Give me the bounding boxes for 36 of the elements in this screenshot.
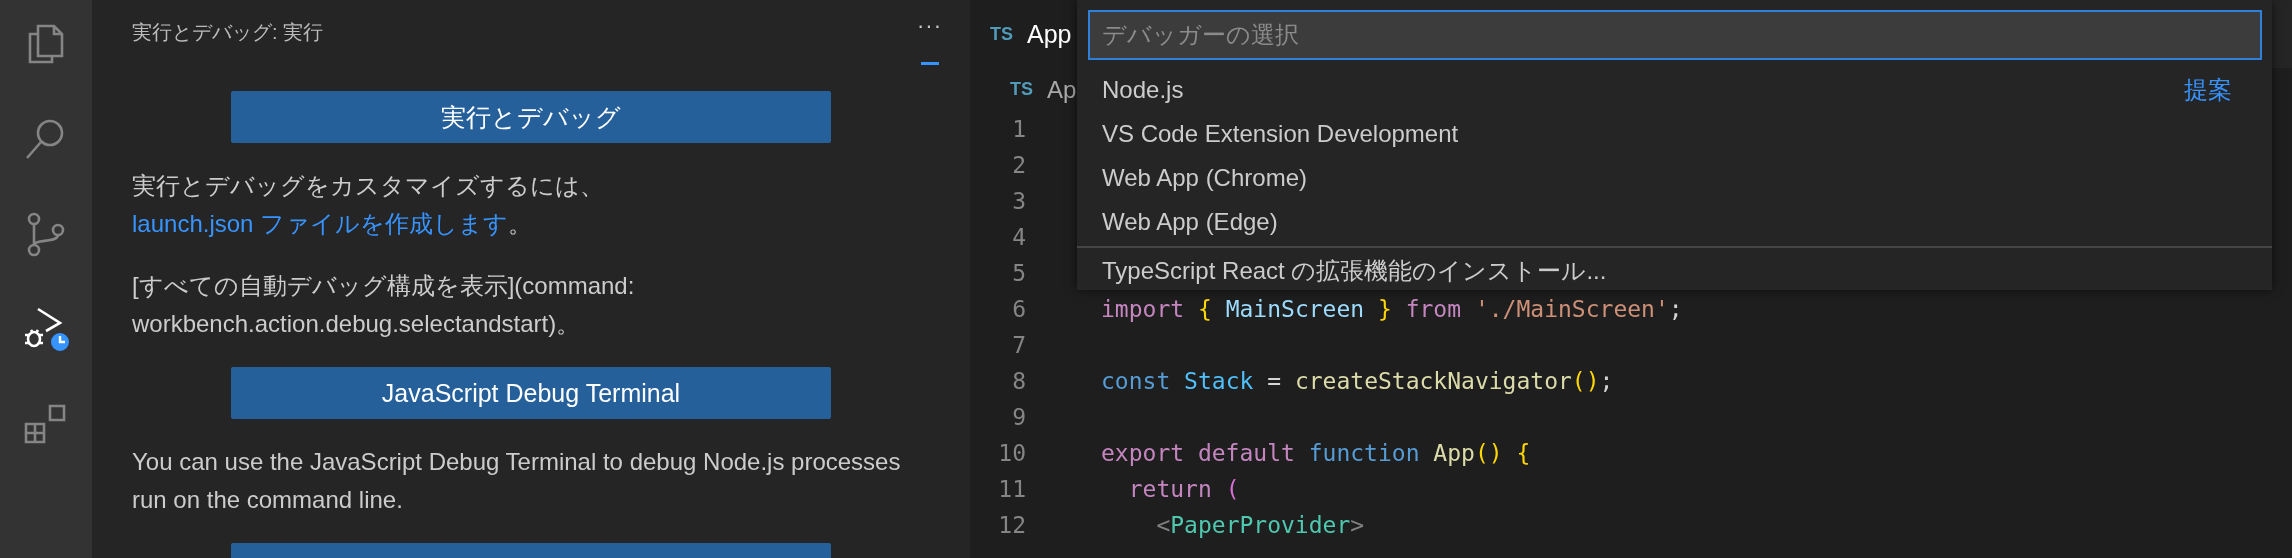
launch-json-link[interactable]: launch.json ファイルを作成します <box>132 210 509 237</box>
code-line: export default function App() { <box>1101 440 1531 466</box>
code-line: import { MainScreen } from './MainScreen'; <box>1101 296 1683 322</box>
editor-tab[interactable]: TS App <box>970 0 1077 68</box>
line-number: 10 <box>997 440 1026 466</box>
panel-title: 実行とデバッグ: 実行 <box>132 20 324 45</box>
run-debug-icon[interactable] <box>22 305 70 353</box>
code-line: return ( <box>1127 476 1240 502</box>
debugger-option[interactable]: Node.js 提案 <box>1088 68 2262 112</box>
description-text: 実行とデバッグをカスタマイズするには、 launch.json ファイルを作成します。 <box>132 171 605 239</box>
line-number: 5 <box>1011 260 1026 286</box>
code-line: const Stack = createStackNavigator(); <box>1101 368 1614 394</box>
debugger-option[interactable]: VS Code Extension Development <box>1088 112 2262 156</box>
line-number: 7 <box>1011 332 1026 358</box>
line-number: 2 <box>1011 152 1026 178</box>
description-text: [すべての自動デバッグ構成を表示](command: workbench.action.debug.selectandstart)。 <box>132 271 636 339</box>
line-number: 12 <box>997 512 1026 538</box>
code-line: <PaperProvider> <box>1155 512 1365 538</box>
debugger-option[interactable]: Web App (Edge) <box>1088 200 2262 244</box>
debugger-option[interactable]: Web App (Chrome) <box>1088 156 2262 200</box>
line-number: 3 <box>1011 188 1026 214</box>
line-number: 1 <box>1011 116 1026 142</box>
line-number: 6 <box>1011 296 1026 322</box>
search-field[interactable]: デバッガーの選択 <box>1088 10 2262 60</box>
line-number: 4 <box>1011 224 1026 250</box>
line-number: 11 <box>997 476 1026 502</box>
line-number: 9 <box>1011 404 1026 430</box>
debugger-option[interactable]: TypeScript React の拡張機能のインストール... <box>1077 246 2272 294</box>
description-text: You can use the JavaScript Debug Terminal to debug Node.js processes run on the command line. <box>132 447 902 515</box>
breadcrumb-item[interactable]: Ap <box>1047 75 1077 104</box>
line-number: 8 <box>1011 368 1026 394</box>
debug-button[interactable]: JavaScript Debug Terminal <box>231 367 831 419</box>
focus-indicator <box>920 62 939 65</box>
more-actions-button[interactable]: ··· <box>911 12 948 40</box>
typescript-icon: TS <box>1010 79 1033 100</box>
debug-button[interactable]: 実行とデバッグ <box>231 91 831 143</box>
